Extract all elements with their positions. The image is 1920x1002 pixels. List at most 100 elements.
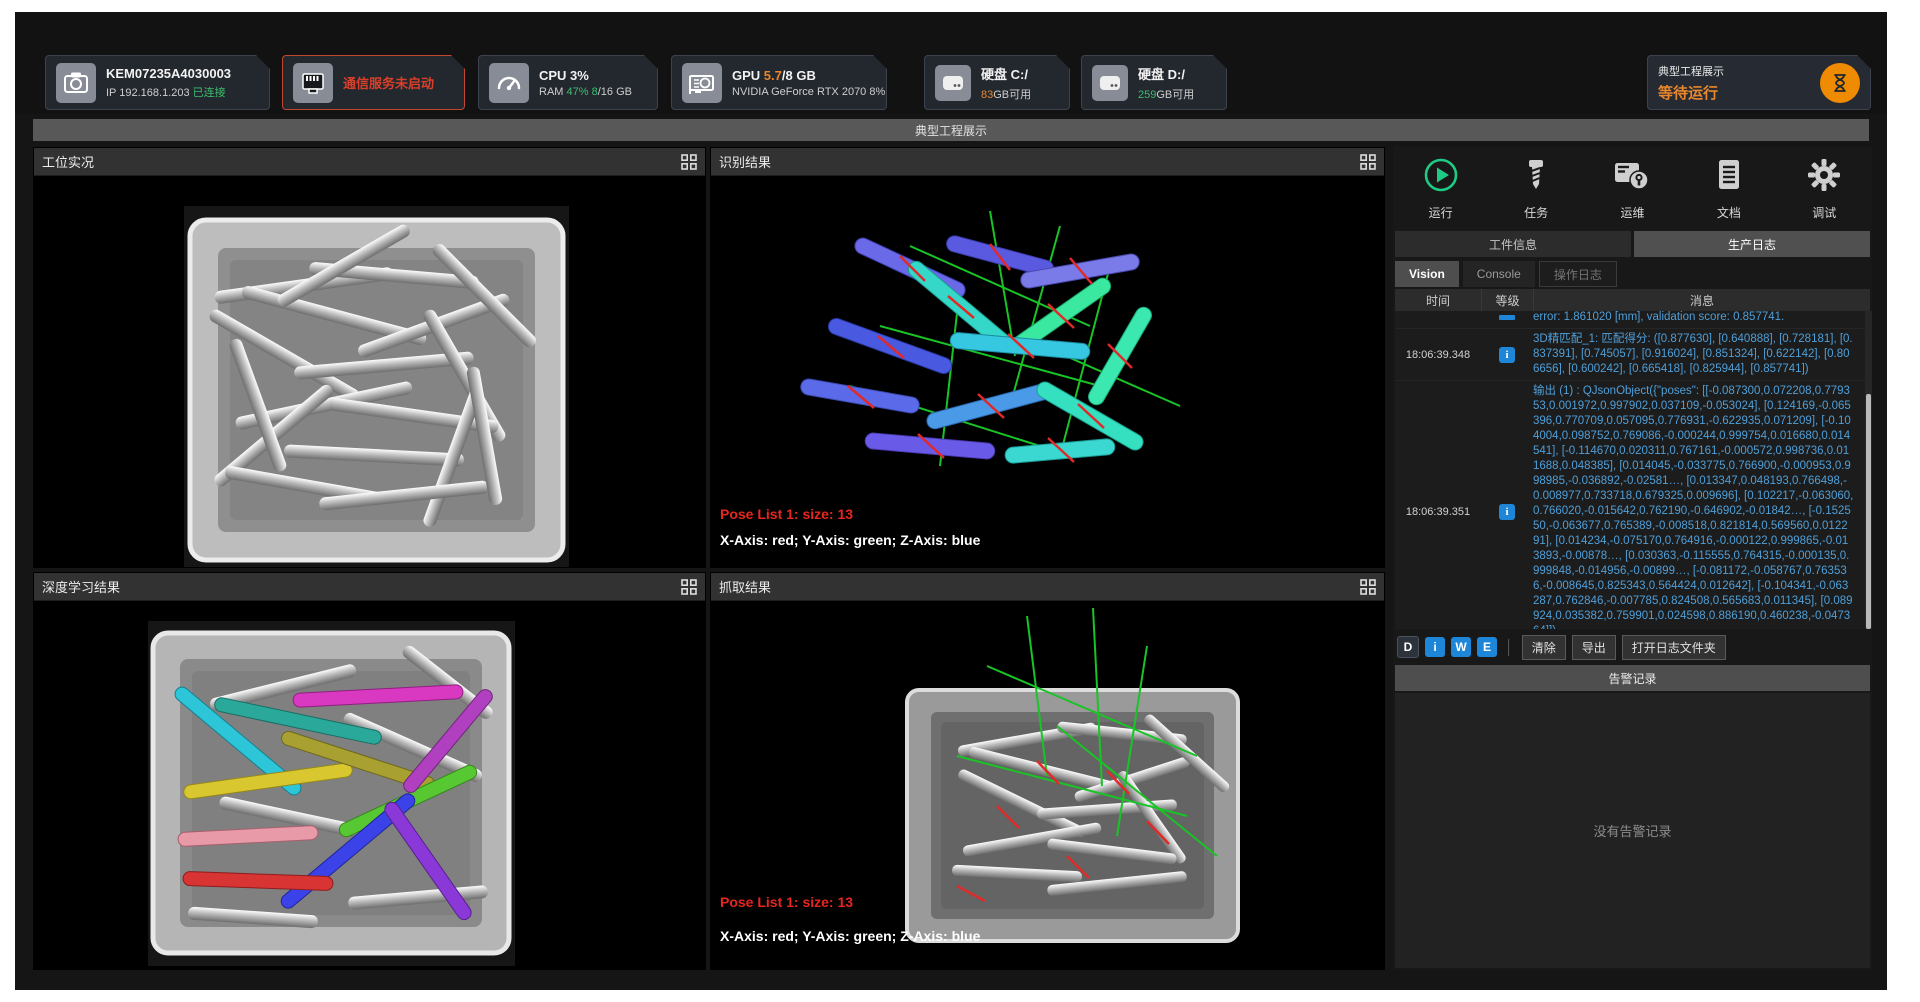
hourglass-icon — [1820, 63, 1860, 103]
log-row[interactable]: 18:06:39.351 i 输出 (1) : QJsonObject({"po… — [1395, 381, 1870, 629]
gpu-usage: GPU 5.7/8 GB — [732, 68, 876, 83]
disk-d-free: 259GB可用 — [1138, 86, 1194, 102]
expand-grid-icon[interactable] — [681, 154, 697, 170]
device-ip: IP 192.168.1.203 已连接 — [106, 84, 231, 100]
panel-recognition-header: 识别结果 — [711, 148, 1384, 176]
screw-icon — [1518, 157, 1554, 198]
filter-warning[interactable]: W — [1451, 637, 1471, 657]
divider: │ — [1505, 639, 1514, 655]
panel-station-live-header: 工位实况 — [34, 148, 705, 176]
disk-c-free: 83GB可用 — [981, 86, 1031, 102]
col-level: 等级 — [1481, 289, 1533, 311]
grasp-image: Pose List 1: size: 13 X-Axis: red; Y-Axi… — [711, 601, 1384, 969]
disk-d-card[interactable]: 硬盘 D:/ 259GB可用 — [1081, 55, 1227, 110]
panel-grasp-result: 抓取结果 — [710, 572, 1385, 970]
disk-d-label: 硬盘 D:/ — [1138, 64, 1194, 83]
project-status-card[interactable]: 典型工程展示 等待运行 — [1647, 55, 1871, 110]
log-controls: D i W E │ 清除 导出 打开日志文件夹 — [1397, 635, 1726, 659]
comm-service-card[interactable]: 通信服务未启动 — [282, 55, 465, 110]
filter-debug[interactable]: D — [1397, 636, 1419, 658]
subtab-console[interactable]: Console — [1463, 261, 1535, 287]
col-time: 时间 — [1395, 289, 1481, 311]
panel-deep-learning-header: 深度学习结果 — [34, 573, 705, 601]
col-message: 消息 — [1533, 289, 1870, 311]
panel-station-live: 工位实况 — [33, 147, 706, 568]
subtab-vision[interactable]: Vision — [1395, 261, 1459, 287]
device-id: KEM07235A4030003 — [106, 66, 231, 81]
panel-deep-learning-result: 深度学习结果 — [33, 572, 706, 970]
sidebar-tabs: 工件信息 生产日志 — [1395, 231, 1870, 257]
gauge-icon — [489, 63, 529, 103]
alarm-record-header: 告警记录 — [1395, 665, 1870, 691]
expand-grid-icon[interactable] — [1360, 154, 1376, 170]
segmentation-image — [34, 601, 705, 969]
export-log-button[interactable]: 导出 — [1572, 635, 1616, 660]
document-icon — [1711, 157, 1747, 198]
project-display-bar: 典型工程展示 — [33, 119, 1869, 141]
subtab-operation-log[interactable]: 操作日志 — [1539, 261, 1617, 287]
filter-info[interactable]: i — [1425, 637, 1445, 657]
pose-list-label: Pose List 1: size: 13 — [720, 894, 853, 910]
camera-image-live — [34, 176, 705, 567]
axis-legend: X-Axis: red; Y-Axis: green; Z-Axis: blue — [720, 928, 980, 944]
project-title: 典型工程展示 — [1658, 63, 1724, 79]
project-run-status: 等待运行 — [1658, 82, 1724, 103]
scrollbar-thumb[interactable] — [1866, 394, 1871, 629]
app-window: KEM07235A4030003 IP 192.168.1.203 已连接 通信… — [15, 12, 1887, 990]
axis-legend: X-Axis: red; Y-Axis: green; Z-Axis: blue — [720, 532, 980, 548]
screen: KEM07235A4030003 IP 192.168.1.203 已连接 通信… — [0, 0, 1920, 1002]
gear-icon — [1806, 157, 1842, 198]
connection-status: 已连接 — [193, 87, 226, 99]
gpu-card-icon — [682, 63, 722, 103]
pose-list-label: Pose List 1: size: 13 — [720, 506, 853, 522]
pointcloud-view: Pose List 1: size: 13 X-Axis: red; Y-Axi… — [711, 176, 1384, 567]
drive-icon — [1092, 65, 1128, 101]
tab-production-log[interactable]: 生产日志 — [1634, 231, 1870, 257]
project-display-title: 典型工程展示 — [915, 122, 987, 139]
sidebar: 运行 任务 运维 文档 — [1393, 147, 1872, 970]
panel-title: 识别结果 — [719, 152, 771, 171]
tab-workpiece-info[interactable]: 工件信息 — [1395, 231, 1631, 257]
cpu-status-card[interactable]: CPU 3% RAM 47% 8/16 GB — [478, 55, 658, 110]
log-subtabs: Vision Console 操作日志 — [1395, 261, 1617, 287]
drive-icon — [935, 65, 971, 101]
disk-c-label: 硬盘 C:/ — [981, 64, 1031, 83]
filter-error[interactable]: E — [1477, 637, 1497, 657]
expand-grid-icon[interactable] — [1360, 579, 1376, 595]
log-row[interactable]: 18:06:39.348 i 3D精匹配_1: 匹配得分: ([0.877630… — [1395, 329, 1870, 381]
clear-log-button[interactable]: 清除 — [1522, 635, 1566, 660]
open-log-folder-button[interactable]: 打开日志文件夹 — [1622, 635, 1726, 660]
maintenance-button[interactable]: 运维 — [1613, 157, 1651, 221]
task-button[interactable]: 任务 — [1518, 157, 1554, 221]
panel-title: 深度学习结果 — [42, 577, 120, 596]
docs-button[interactable]: 文档 — [1711, 157, 1747, 221]
panel-title: 工位实况 — [42, 152, 94, 171]
debug-button[interactable]: 调试 — [1806, 157, 1842, 221]
camera-icon — [56, 63, 96, 103]
info-icon: i — [1481, 347, 1533, 363]
info-icon — [1481, 315, 1533, 320]
log-table-header: 时间 等级 消息 — [1395, 289, 1870, 311]
gpu-status-card[interactable]: GPU 5.7/8 GB NVIDIA GeForce RTX 2070 8% — [671, 55, 887, 110]
network-port-icon — [293, 63, 333, 103]
panel-title: 抓取结果 — [719, 577, 771, 596]
log-row[interactable]: error: 1.861020 [mm], validation score: … — [1395, 311, 1870, 329]
ram-usage: RAM 47% 8/16 GB — [539, 86, 632, 98]
panel-recognition-result: 识别结果 — [710, 147, 1385, 568]
cpu-usage: CPU 3% — [539, 68, 632, 83]
expand-grid-icon[interactable] — [681, 579, 697, 595]
camera-status-card[interactable]: KEM07235A4030003 IP 192.168.1.203 已连接 — [45, 55, 270, 110]
run-play-icon — [1423, 157, 1459, 198]
window-wrench-icon — [1613, 157, 1651, 198]
log-scrollbar[interactable] — [1865, 311, 1872, 629]
status-bar: KEM07235A4030003 IP 192.168.1.203 已连接 通信… — [15, 12, 1887, 114]
panel-grasp-header: 抓取结果 — [711, 573, 1384, 601]
gpu-name: NVIDIA GeForce RTX 2070 8% — [732, 86, 876, 98]
comm-service-status: 通信服务未启动 — [343, 73, 434, 92]
log-table[interactable]: error: 1.861020 [mm], validation score: … — [1395, 311, 1870, 629]
alarm-record-empty: 没有告警记录 — [1395, 693, 1870, 968]
run-button[interactable]: 运行 — [1423, 157, 1459, 221]
disk-c-card[interactable]: 硬盘 C:/ 83GB可用 — [924, 55, 1070, 110]
sidebar-toolbar: 运行 任务 运维 文档 — [1393, 151, 1872, 227]
info-icon: i — [1481, 504, 1533, 520]
